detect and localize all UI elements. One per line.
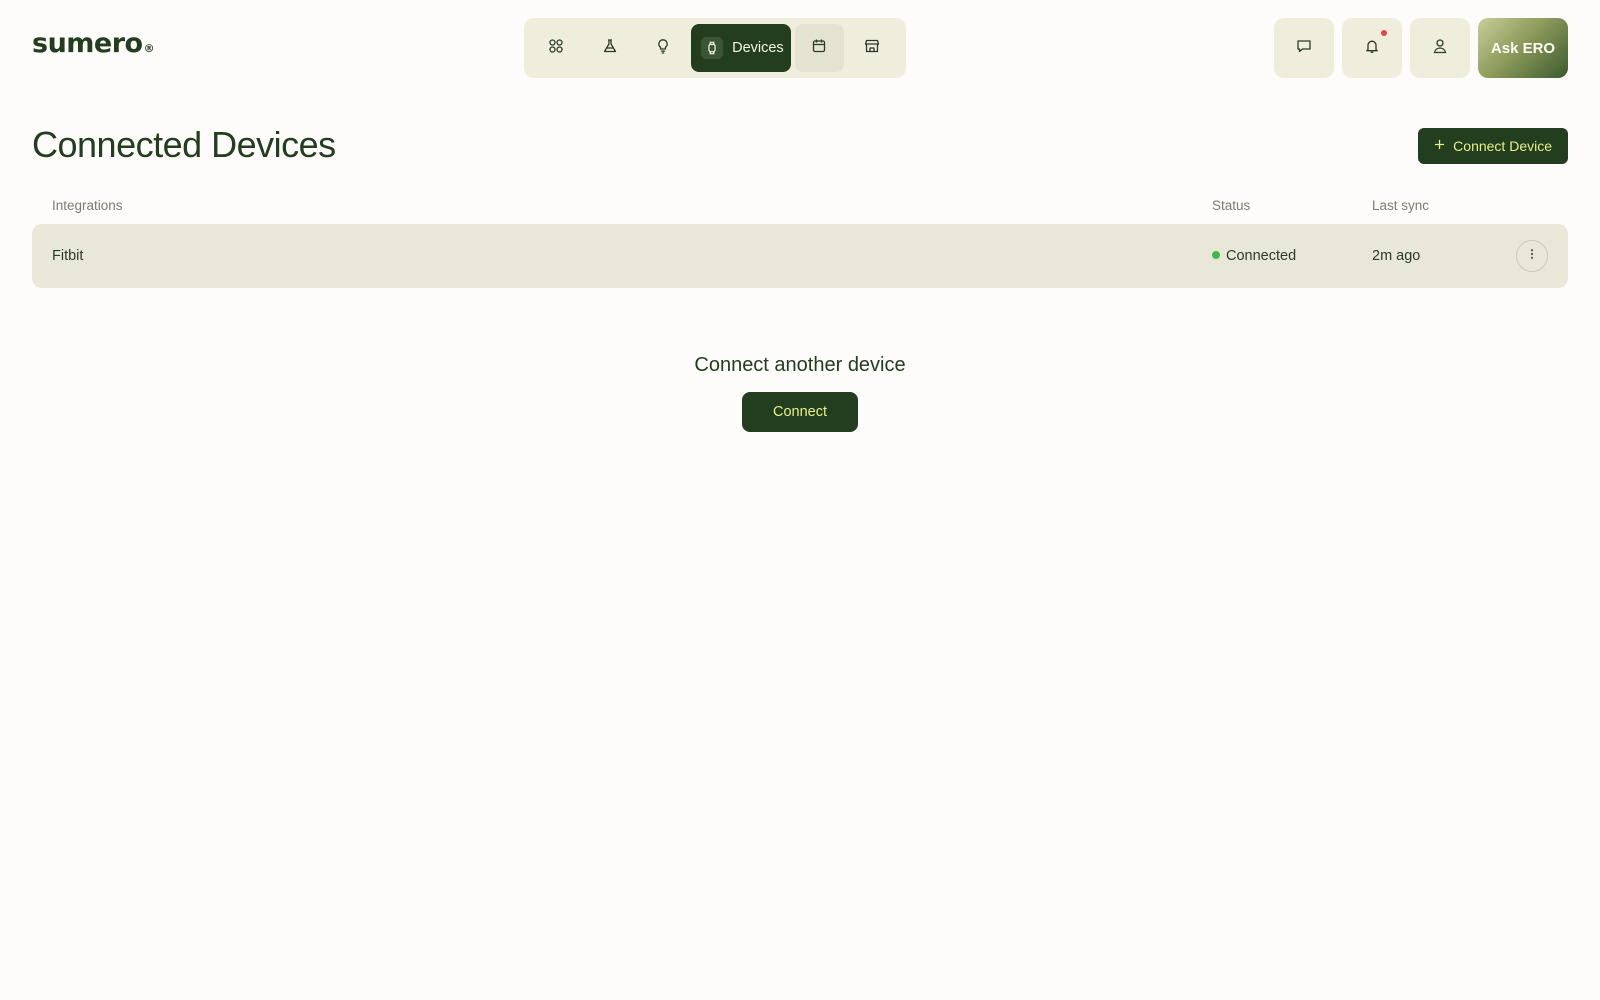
status-badge: Connected [1212, 248, 1296, 264]
nav-insights-button[interactable] [637, 24, 689, 72]
more-vertical-icon [1526, 248, 1538, 264]
status-connected-dot [1212, 251, 1220, 259]
logo-registered-mark: ® [143, 42, 155, 55]
ask-ero-button[interactable]: Ask ERO [1478, 18, 1568, 78]
nav-calendar-button[interactable] [794, 24, 845, 72]
sumero-logo[interactable]: sumero® [32, 28, 155, 59]
profile-button[interactable] [1410, 18, 1470, 78]
chat-icon [1296, 38, 1312, 59]
nav-devices-button[interactable]: Devices [691, 24, 791, 72]
status-text: Connected [1226, 248, 1297, 264]
calendar-icon [811, 38, 827, 59]
main-nav: Devices [524, 18, 906, 78]
device-name: Fitbit [52, 248, 84, 264]
column-last-sync: Last sync [1372, 198, 1430, 213]
flask-icon [602, 38, 618, 59]
connect-another-heading: Connect another device [694, 354, 906, 376]
connect-button[interactable]: Connect [742, 392, 858, 432]
watch-icon [701, 37, 724, 59]
nav-devices-label: Devices [732, 40, 784, 56]
table-row[interactable]: Fitbit Connected 2m ago [32, 224, 1568, 288]
top-right-actions: Ask ERO [1274, 18, 1568, 78]
unread-notification-dot [1381, 30, 1387, 36]
last-sync-value: 2m ago [1372, 248, 1421, 264]
connect-device-button[interactable]: Connect Device [1418, 128, 1568, 164]
bell-icon [1364, 38, 1380, 59]
row-options-button[interactable] [1516, 240, 1548, 272]
column-integrations: Integrations [52, 198, 123, 213]
plus-icon [1434, 137, 1445, 155]
store-icon [864, 38, 880, 59]
top-header: sumero® Devices Ask ERO [0, 0, 1600, 100]
nav-labs-button[interactable] [584, 24, 636, 72]
notifications-button[interactable] [1342, 18, 1402, 78]
user-icon [1432, 38, 1448, 59]
lightbulb-icon [655, 38, 671, 59]
apps-icon [548, 38, 564, 59]
logo-text: sumero [32, 28, 143, 59]
column-status: Status [1212, 198, 1251, 213]
messages-button[interactable] [1274, 18, 1334, 78]
nav-dashboard-button[interactable] [530, 24, 582, 72]
nav-store-button[interactable] [846, 24, 898, 72]
connect-device-label: Connect Device [1453, 138, 1552, 154]
page-title: Connected Devices [32, 124, 336, 165]
